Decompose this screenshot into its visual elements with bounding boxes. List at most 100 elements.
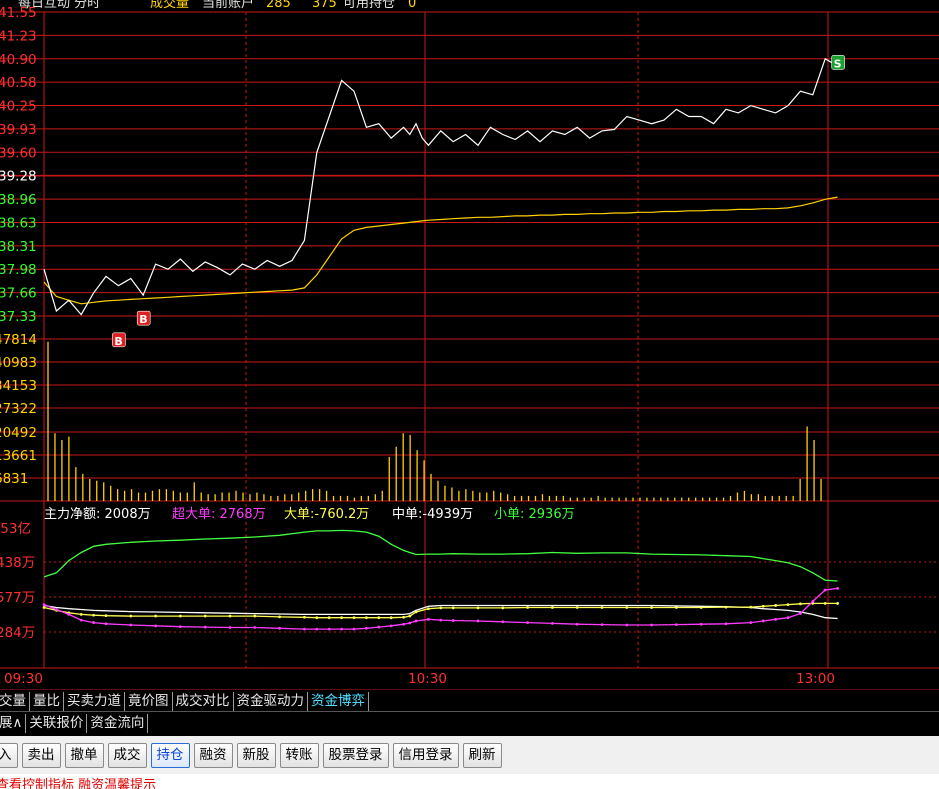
fund-series-point bbox=[749, 621, 753, 624]
fund-legend-item: 超大单: 2768万 bbox=[172, 507, 266, 522]
indicator-tab[interactable]: 成交对比 bbox=[173, 691, 234, 711]
fund-series-point bbox=[811, 599, 815, 603]
fund-series-point bbox=[451, 606, 455, 610]
indicator-tab[interactable]: 量比 bbox=[30, 691, 64, 711]
fund-series-point bbox=[600, 623, 604, 627]
fund-series-point bbox=[365, 626, 368, 630]
fund-series-point bbox=[836, 602, 839, 605]
toolbar-button[interactable]: 撤单 bbox=[64, 742, 104, 768]
fund-series-point bbox=[315, 616, 319, 620]
volume-label: 40983 bbox=[0, 355, 37, 371]
price-label: 40.90 bbox=[0, 52, 37, 68]
fund-series-point bbox=[92, 613, 95, 617]
toolbar-button[interactable]: 股票登录 bbox=[322, 742, 389, 768]
fund-series-point bbox=[402, 622, 405, 626]
fund-series-point bbox=[303, 615, 306, 619]
fund-series-point bbox=[439, 606, 443, 610]
fund-series-point bbox=[154, 624, 158, 628]
status-bar: 查看控制指标 融资温馨提示 bbox=[0, 774, 939, 789]
fund-series-point bbox=[228, 614, 232, 618]
position-value: 0 bbox=[408, 0, 416, 11]
indicator-tab[interactable]: 资金驱动力 bbox=[234, 691, 308, 711]
fund-series-point bbox=[451, 619, 455, 622]
fund-series-point bbox=[774, 604, 777, 607]
fund-series-point bbox=[675, 606, 678, 609]
volume-label: 47814 bbox=[0, 332, 37, 348]
fund-series-point bbox=[365, 616, 368, 620]
fund-series-point bbox=[439, 618, 443, 622]
toolbar-button[interactable]: 融资 bbox=[193, 742, 233, 768]
fund-series-point bbox=[724, 605, 728, 609]
price-label: 38.96 bbox=[0, 192, 37, 208]
sub-tab[interactable]: 关联报价 bbox=[26, 714, 88, 733]
toolbar-button[interactable]: 成交 bbox=[107, 742, 147, 768]
fund-series-point bbox=[526, 621, 529, 624]
time-label: 13:00 bbox=[796, 671, 835, 687]
fund-series-point bbox=[650, 606, 653, 609]
fund-series-point bbox=[55, 608, 58, 611]
fund-series-point bbox=[327, 616, 331, 620]
fund-series-point bbox=[104, 614, 108, 618]
price-label: 40.58 bbox=[0, 75, 37, 91]
indicator-tab[interactable]: 资金博弈 bbox=[308, 691, 369, 711]
indicator-tab[interactable]: 买卖力道 bbox=[64, 691, 125, 711]
volume-label: 27322 bbox=[0, 401, 37, 417]
fund-series-point bbox=[203, 625, 207, 629]
fund-series-point bbox=[476, 619, 480, 623]
fund-series-point bbox=[675, 623, 678, 627]
status-text[interactable]: 查看控制指标 融资温馨提示 bbox=[0, 777, 939, 789]
fund-series-point bbox=[253, 626, 257, 629]
fund-series-point bbox=[761, 604, 765, 608]
indicator-tab[interactable]: 交量 bbox=[0, 691, 30, 711]
price-label: 37.66 bbox=[0, 286, 37, 302]
volume-label: 34153 bbox=[0, 378, 37, 394]
toolbar-button[interactable]: 信用登录 bbox=[392, 742, 459, 768]
trade-marker-label: S bbox=[834, 57, 842, 70]
fund-series-point bbox=[42, 603, 46, 607]
fund-series-point bbox=[79, 618, 83, 622]
fund-series-point bbox=[724, 622, 728, 626]
fund-series-point bbox=[408, 621, 412, 625]
time-label: 10:30 bbox=[408, 671, 447, 687]
indicator-tab[interactable]: 竟价图 bbox=[125, 691, 173, 711]
toolbar-button[interactable]: 入 bbox=[0, 742, 18, 768]
fund-series-point bbox=[414, 619, 418, 623]
fund-series-point bbox=[92, 621, 95, 624]
trade-marker-label: B bbox=[114, 335, 122, 348]
sub-tab[interactable]: 资金流向 bbox=[87, 714, 149, 733]
fund-series-point bbox=[501, 620, 505, 624]
volume-label: 13661 bbox=[0, 448, 37, 464]
fund-series-point bbox=[154, 614, 158, 618]
fund-series-point bbox=[526, 606, 529, 609]
fund-series-point bbox=[600, 606, 604, 609]
fund-series-point bbox=[799, 612, 802, 616]
fund-series-point bbox=[699, 606, 703, 609]
position-label: 可用持仓 bbox=[343, 0, 395, 11]
price-label: 37.98 bbox=[0, 262, 37, 278]
intraday-chart[interactable]: 每日互动 分时 成交量 当前账户 285 375 可用持仓 0 41.55 41.… bbox=[0, 0, 939, 690]
fund-series-point bbox=[42, 606, 46, 609]
fund-series-point bbox=[228, 626, 232, 629]
toolbar-button[interactable]: 转账 bbox=[279, 742, 319, 768]
price-label: 40.25 bbox=[0, 99, 37, 115]
fund-series-point bbox=[352, 627, 356, 631]
fund-series-point bbox=[79, 613, 83, 616]
toolbar-button[interactable]: 卖出 bbox=[21, 742, 61, 768]
toolbar-button[interactable]: 新股 bbox=[236, 742, 276, 768]
fund-label: 284万 bbox=[0, 625, 35, 641]
volume-label: 成交量 bbox=[150, 0, 189, 11]
fund-series-point bbox=[625, 623, 629, 627]
fund-series-point bbox=[315, 627, 319, 631]
fund-series-point bbox=[799, 602, 802, 606]
price-label: 41.23 bbox=[0, 28, 37, 44]
toolbar-button[interactable]: 持仓 bbox=[150, 742, 190, 768]
price-label: 39.93 bbox=[0, 122, 37, 138]
fund-series-point bbox=[253, 614, 257, 618]
sub-tab[interactable]: 展∧ bbox=[0, 714, 27, 733]
account-value-2: 375 bbox=[312, 0, 337, 11]
time-label: 09:30 bbox=[4, 671, 43, 687]
fund-series-point bbox=[575, 622, 579, 626]
fund-series-point bbox=[389, 616, 393, 620]
fund-series-point bbox=[427, 607, 430, 611]
toolbar-button[interactable]: 刷新 bbox=[462, 742, 502, 768]
